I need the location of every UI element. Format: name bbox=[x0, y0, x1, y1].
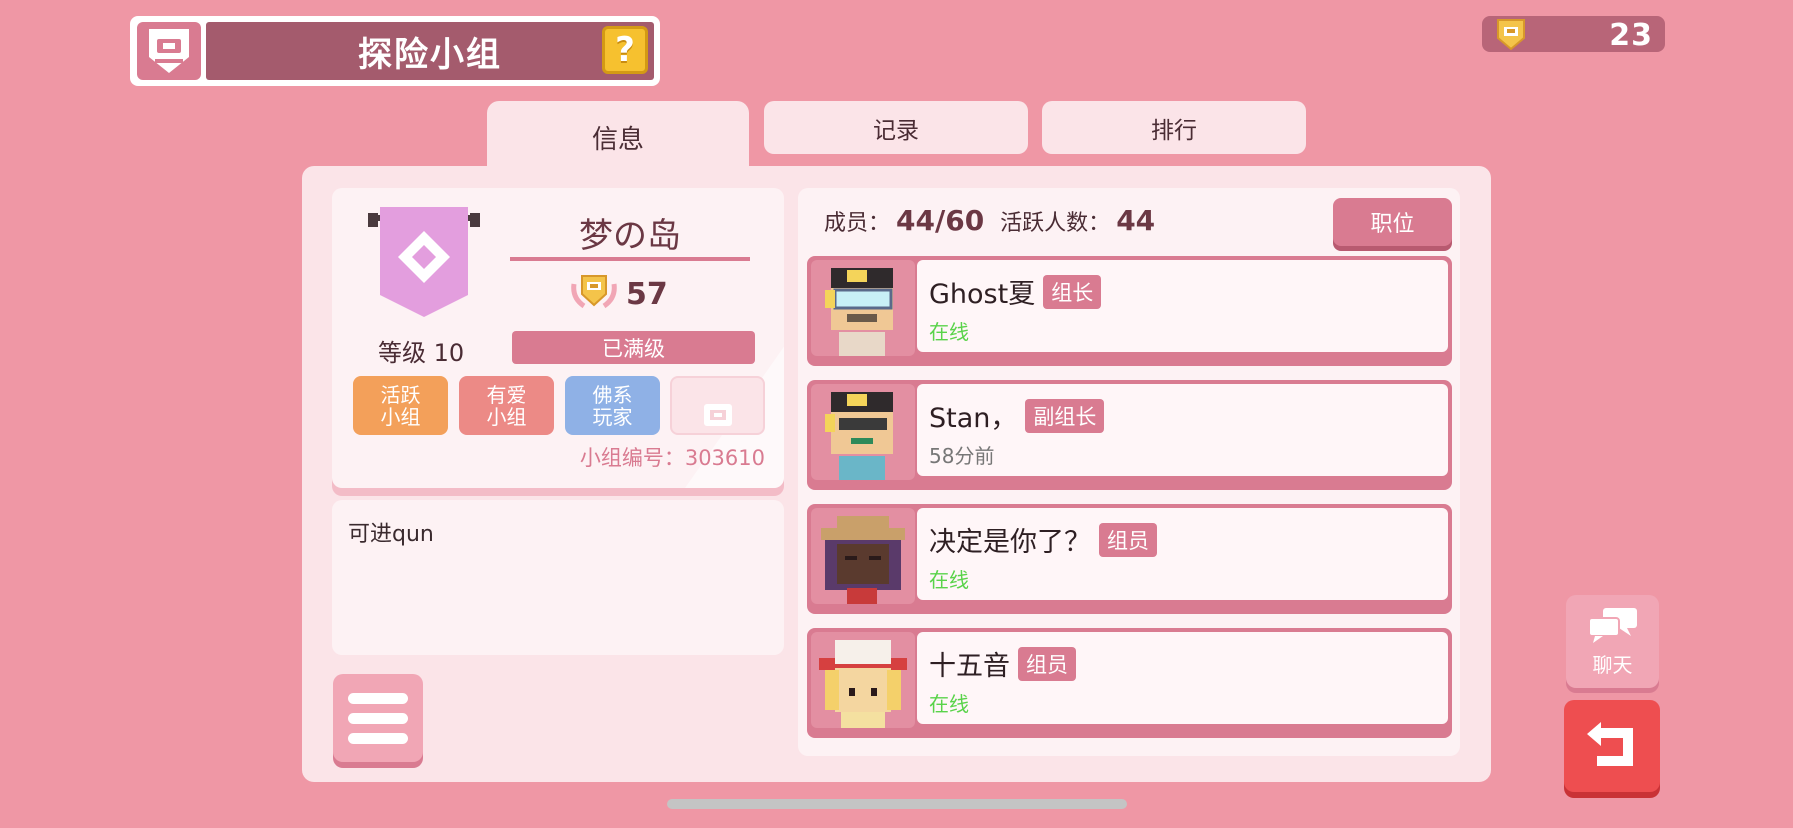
group-score: 57 bbox=[570, 272, 668, 316]
member-row[interactable]: Ghost夏 组长 在线 bbox=[807, 256, 1452, 366]
member-row[interactable]: 十五音 组员 在线 bbox=[807, 628, 1452, 738]
member-role-badge: 副组长 bbox=[1025, 398, 1105, 433]
chat-button[interactable]: 聊天 bbox=[1566, 595, 1659, 688]
avatar bbox=[811, 384, 915, 480]
member-info: Ghost夏 组长 在线 bbox=[917, 260, 1448, 352]
chat-bubbles-icon bbox=[1587, 606, 1639, 649]
member-name: Stan， bbox=[929, 403, 1018, 434]
menu-line bbox=[348, 712, 408, 724]
member-name-row: Ghost夏 组长 bbox=[929, 272, 1102, 311]
group-coin-icon bbox=[1494, 16, 1528, 56]
member-status: 在线 bbox=[929, 568, 969, 592]
group-score-value: 57 bbox=[626, 276, 668, 312]
tab-ranking-label: 排行 bbox=[1151, 117, 1197, 144]
member-row[interactable]: Stan， 副组长 58分前 bbox=[807, 380, 1452, 490]
member-name-row: Stan， 副组长 bbox=[929, 396, 1105, 435]
menu-button[interactable] bbox=[333, 674, 423, 762]
member-name: Ghost夏 bbox=[929, 279, 1036, 310]
member-stats: 成员： 44/60 活跃人数： 44 bbox=[824, 204, 1155, 237]
group-name-divider bbox=[510, 257, 750, 261]
tag-active-group[interactable]: 活跃 小组 bbox=[353, 376, 448, 435]
active-label: 活跃人数： bbox=[1000, 211, 1111, 236]
group-shield-icon bbox=[137, 22, 201, 80]
page-title: 探险小组 bbox=[206, 22, 654, 80]
help-button[interactable]: ? bbox=[602, 26, 648, 74]
tag-empty-slot[interactable] bbox=[670, 376, 765, 435]
member-name: 决定是你了？ bbox=[929, 527, 1091, 558]
tag-lovely-group[interactable]: 有爱 小组 bbox=[459, 376, 554, 435]
menu-line bbox=[348, 732, 408, 744]
member-info: 决定是你了？ 组员 在线 bbox=[917, 508, 1448, 600]
members-label: 成员： bbox=[824, 211, 891, 236]
home-indicator[interactable] bbox=[667, 799, 1127, 809]
group-name: 梦の岛 bbox=[579, 216, 681, 256]
group-coin-counter: 23 bbox=[1482, 16, 1665, 53]
tab-records-label: 记录 bbox=[873, 117, 919, 144]
group-title-bar: 探险小组 ? bbox=[130, 16, 660, 86]
member-status: 在线 bbox=[929, 320, 969, 344]
member-status: 58分前 bbox=[929, 444, 995, 468]
members-count: 44/60 bbox=[896, 204, 985, 237]
member-info: Stan， 副组长 58分前 bbox=[917, 384, 1448, 476]
tag-casual-player[interactable]: 佛系 玩家 bbox=[565, 376, 660, 435]
coin-count: 23 bbox=[1609, 18, 1653, 53]
avatar bbox=[811, 632, 915, 728]
level-status-bar: 已满级 bbox=[512, 331, 755, 364]
menu-line bbox=[348, 692, 408, 704]
member-info: 十五音 组员 在线 bbox=[917, 632, 1448, 724]
group-id: 小组编号：303610 bbox=[579, 446, 765, 470]
active-count: 44 bbox=[1116, 204, 1156, 237]
roles-button[interactable]: 职位 bbox=[1333, 198, 1452, 246]
member-role-badge: 组员 bbox=[1099, 522, 1157, 557]
member-role-badge: 组员 bbox=[1018, 646, 1076, 681]
laurel-badge-icon bbox=[570, 272, 618, 316]
group-banner-icon bbox=[368, 205, 480, 324]
tab-ranking[interactable]: 排行 bbox=[1042, 101, 1306, 154]
member-name-row: 十五音 组员 bbox=[929, 644, 1076, 683]
back-button[interactable] bbox=[1564, 700, 1660, 792]
member-role-badge: 组长 bbox=[1043, 274, 1102, 309]
member-row[interactable]: 决定是你了？ 组员 在线 bbox=[807, 504, 1452, 614]
avatar bbox=[811, 508, 915, 604]
page-title-text: 探险小组 bbox=[358, 34, 502, 75]
group-notice-text: 可进qun bbox=[348, 522, 434, 547]
empty-tag-icon bbox=[700, 378, 736, 434]
chat-button-label: 聊天 bbox=[1592, 652, 1633, 677]
return-arrow-icon bbox=[1583, 718, 1641, 774]
tab-info-label: 信息 bbox=[591, 125, 644, 155]
group-level: 等级 10 bbox=[378, 339, 465, 367]
member-name: 十五音 bbox=[929, 651, 1010, 682]
member-status: 在线 bbox=[929, 692, 969, 716]
avatar bbox=[811, 260, 915, 356]
group-notice: 可进qun bbox=[332, 500, 784, 655]
member-name-row: 决定是你了？ 组员 bbox=[929, 520, 1157, 559]
tab-records[interactable]: 记录 bbox=[764, 101, 1028, 154]
